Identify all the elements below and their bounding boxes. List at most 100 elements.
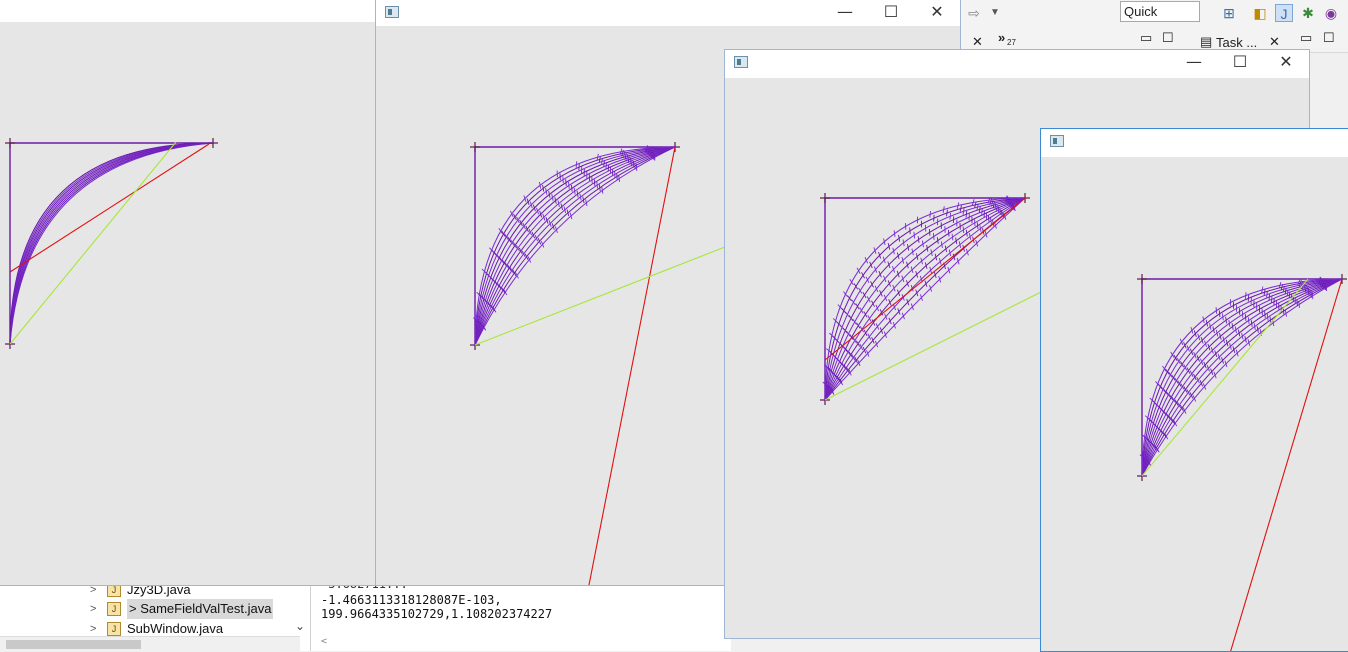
direction-tick [902,313,904,319]
direction-tick [963,208,964,215]
direction-tick [555,227,557,233]
direction-tick [597,182,598,189]
svn-perspective-icon[interactable]: ◉ [1322,4,1340,22]
direction-tick [918,236,919,243]
field-curve [475,147,675,345]
direction-tick [1222,314,1223,321]
direction-tick [1197,355,1199,361]
scrollbar-thumb[interactable] [6,640,141,649]
direction-tick [549,191,550,198]
scroll-down-icon[interactable]: ⌄ [295,619,305,633]
direction-tick [952,234,953,241]
direction-tick [599,184,600,191]
title-bar[interactable]: — ☐ ✕ [376,0,960,26]
chevron-right-icon[interactable]: > [90,599,102,619]
direction-tick [1216,307,1217,314]
direction-tick [1193,395,1196,401]
minimize-button[interactable]: — [822,0,868,26]
scroll-left-icon[interactable]: < [321,636,327,647]
minimize-view-icon[interactable]: ▭ [1300,30,1312,46]
direction-tick [963,226,964,233]
direction-tick [525,254,528,260]
tab-overflow-icon[interactable]: » [998,30,1005,45]
direction-tick [619,175,620,182]
direction-tick [1187,345,1190,351]
direction-tick [1267,291,1268,298]
direction-tick [1242,311,1243,318]
direction-tick [526,226,529,232]
direction-tick [1184,342,1187,348]
horizontal-scrollbar[interactable] [0,636,300,652]
direction-tick [868,334,871,340]
direction-tick [927,245,928,252]
direction-tick [875,286,878,292]
red-guide-line [588,147,675,585]
direction-tick [893,322,895,328]
close-button[interactable]: ✕ [914,0,960,26]
java-file-icon: J [107,583,121,597]
direction-tick [898,308,900,314]
field-curve [825,198,1025,400]
direction-tick [1269,294,1270,301]
direction-tick [1245,314,1246,321]
tree-row[interactable]: > J > SameFieldValTest.java [0,599,300,619]
direction-tick [948,267,950,273]
direction-tick [870,262,873,268]
plot-svg [0,22,380,585]
direction-tick [543,185,544,192]
plot-window-1[interactable] [0,0,380,585]
maximize-view-icon[interactable]: ☐ [1323,30,1335,46]
field-curve [10,143,213,344]
tree-item-label: > SameFieldValTest.java [127,599,273,619]
direction-tick [602,187,603,194]
direction-tick [1200,359,1202,365]
direction-tick [1194,352,1197,358]
direction-tick [541,241,543,247]
java-ee-perspective-icon[interactable]: ◧ [1251,4,1269,22]
direction-tick [838,305,843,310]
direction-tick [571,185,572,192]
close-icon[interactable]: ✕ [972,34,983,50]
direction-tick [893,285,895,291]
close-icon[interactable]: ✕ [1269,34,1280,50]
direction-tick [906,280,908,286]
direction-tick [929,285,931,291]
title-bar[interactable]: — ☐ ✕ [725,50,1309,76]
direction-tick [1262,287,1263,294]
maximize-button[interactable]: ☐ [1217,50,1263,76]
quick-access-field[interactable]: Quick Access [1120,1,1200,22]
close-button[interactable]: ✕ [1263,50,1309,76]
maximize-button[interactable]: ☐ [868,0,914,26]
minimize-view-icon[interactable]: ▭ [1140,30,1152,46]
direction-tick [925,281,927,287]
plot-window-4[interactable] [1041,129,1348,651]
debug-perspective-icon[interactable]: ✱ [1299,4,1317,22]
direction-tick [910,227,911,234]
open-perspective-icon[interactable]: ⊞ [1220,4,1238,22]
minimize-button[interactable]: — [1171,50,1217,76]
direction-tick [880,290,883,296]
tab-task-list[interactable]: Task ... [1216,35,1257,50]
console-view: -5.682711... -1.4663113318128087E-103, 1… [311,575,731,651]
app-icon [385,6,399,18]
direction-tick [907,299,909,305]
java-file-icon: J [107,622,121,636]
direction-tick [583,197,584,204]
title-bar[interactable] [1041,129,1348,155]
field-curve [10,143,213,344]
direction-tick [1251,320,1252,327]
direction-tick [576,161,577,168]
maximize-view-icon[interactable]: ☐ [1162,30,1174,46]
direction-tick [966,230,967,237]
direction-tick [845,312,849,317]
java-perspective-icon[interactable]: J [1275,4,1293,22]
direction-tick [594,179,595,186]
direction-tick [880,327,882,333]
forward-arrow-icon[interactable]: ⇨ [965,4,983,22]
chevron-down-icon[interactable]: ▼ [986,4,1004,22]
direction-tick [922,241,923,248]
direction-tick [1285,310,1286,317]
direction-tick [546,188,547,195]
direction-tick [948,230,949,237]
direction-tick [990,217,991,224]
